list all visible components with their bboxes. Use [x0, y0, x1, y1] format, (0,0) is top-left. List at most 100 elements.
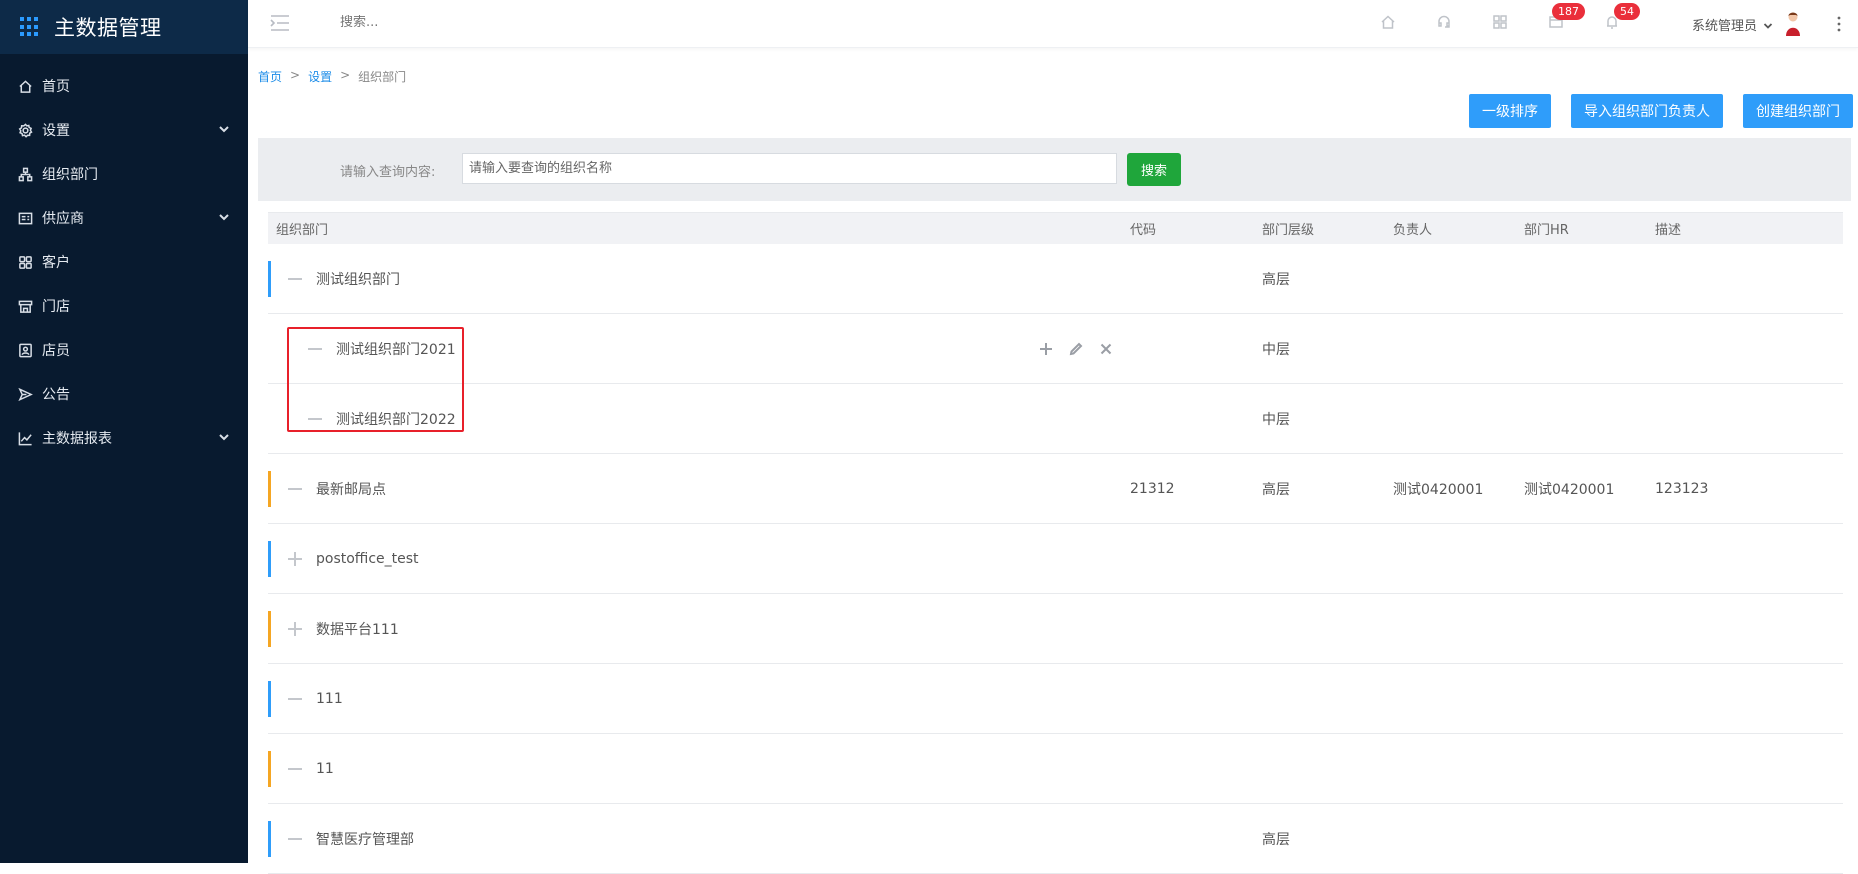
header-code: 代码	[1130, 223, 1157, 238]
sidebar-item-label: 组织部门	[42, 167, 98, 183]
expand-icon[interactable]	[288, 621, 302, 636]
collapse-icon[interactable]	[288, 832, 302, 846]
user-menu[interactable]: 系统管理员	[1692, 15, 1773, 34]
import-owner-button[interactable]: 导入组织部门负责人	[1571, 94, 1723, 128]
customer-icon	[16, 253, 34, 271]
sidebar-item-label: 客户	[42, 255, 70, 271]
sidebar-item-label: 门店	[42, 299, 70, 315]
home-icon	[16, 77, 34, 95]
table-row[interactable]: 智慧医疗管理部 高层	[268, 804, 1843, 874]
sidebar-item-settings[interactable]: 设置	[0, 108, 248, 152]
department-name: 最新邮局点	[316, 481, 386, 498]
collapse-icon[interactable]	[288, 272, 302, 286]
top-header: 187 54 系统管理员	[248, 0, 1858, 48]
table-header: 组织部门 代码 部门层级 负责人 部门HR 描述	[268, 212, 1843, 244]
sidebar-item-label: 店员	[42, 343, 70, 359]
collapse-icon[interactable]	[308, 342, 322, 356]
brand-title: 主数据管理	[54, 16, 162, 40]
sidebar-item-org[interactable]: 组织部门	[0, 152, 248, 196]
row-indicator-bar	[268, 681, 271, 717]
sidebar: 主数据管理 首页 设置 组织部门 供应商 客户 门店 店员 公告 主数据报表	[0, 0, 248, 863]
sort-button[interactable]: 一级排序	[1469, 94, 1551, 128]
department-name: 111	[316, 690, 343, 707]
menu-collapse-icon[interactable]	[270, 14, 290, 32]
table-row[interactable]: postoffice_test	[268, 524, 1843, 594]
table-row[interactable]: 测试组织部门2021 中层	[268, 314, 1843, 384]
department-name: postoffice_test	[316, 550, 419, 567]
sidebar-item-label: 供应商	[42, 211, 84, 227]
table-row[interactable]: 数据平台111	[268, 594, 1843, 664]
chevron-down-icon	[1763, 20, 1773, 30]
cell-desc: 123123	[1655, 480, 1709, 497]
cell-owner: 测试0420001	[1393, 481, 1484, 498]
breadcrumb-separator: >	[340, 68, 351, 82]
row-indicator-bar	[268, 261, 271, 297]
cell-name: 111	[268, 664, 1130, 733]
collapse-icon[interactable]	[288, 692, 302, 706]
edit-icon[interactable]	[1068, 341, 1084, 357]
cell-level: 中层	[1262, 341, 1290, 358]
global-search-input[interactable]	[340, 15, 540, 30]
sidebar-item-label: 设置	[42, 123, 70, 139]
sidebar-item-report[interactable]: 主数据报表	[0, 416, 248, 460]
sidebar-item-announcement[interactable]: 公告	[0, 372, 248, 416]
breadcrumb-current: 组织部门	[358, 70, 407, 84]
sidebar-item-label: 主数据报表	[42, 431, 112, 447]
home-icon[interactable]	[1380, 14, 1398, 32]
collapse-icon[interactable]	[308, 412, 322, 426]
chevron-down-icon	[218, 431, 230, 443]
sidebar-menu: 首页 设置 组织部门 供应商 客户 门店 店员 公告 主数据报表	[0, 54, 248, 460]
chevron-down-icon	[218, 211, 230, 223]
headset-icon[interactable]	[1436, 14, 1454, 32]
table-row[interactable]: 测试组织部门2022 中层	[268, 384, 1843, 454]
sidebar-item-customer[interactable]: 客户	[0, 240, 248, 284]
cell-name: 测试组织部门2021	[268, 314, 1130, 383]
header-hr: 部门HR	[1524, 223, 1569, 238]
apps-grid-icon[interactable]	[20, 17, 40, 37]
create-department-button[interactable]: 创建组织部门	[1743, 94, 1853, 128]
add-icon[interactable]	[1038, 341, 1054, 357]
brand: 主数据管理	[0, 0, 248, 54]
supplier-icon	[16, 209, 34, 227]
gear-icon	[16, 121, 34, 139]
search-button[interactable]: 搜索	[1127, 153, 1181, 186]
sidebar-item-store[interactable]: 门店	[0, 284, 248, 328]
sidebar-item-label: 公告	[42, 387, 70, 403]
org-search-input[interactable]	[462, 153, 1117, 184]
store-icon	[16, 297, 34, 315]
cell-name: 11	[268, 734, 1130, 803]
cell-name: postoffice_test	[268, 524, 1130, 593]
cell-name: 测试组织部门2022	[268, 384, 1130, 453]
sidebar-item-home[interactable]: 首页	[0, 64, 248, 108]
department-name: 测试组织部门2021	[336, 341, 456, 358]
user-name: 系统管理员	[1692, 19, 1758, 34]
row-indicator-bar	[268, 751, 271, 787]
row-indicator-bar	[268, 611, 271, 647]
breadcrumb-home[interactable]: 首页	[258, 68, 282, 85]
department-name: 智慧医疗管理部	[316, 831, 414, 848]
avatar[interactable]	[1783, 10, 1803, 36]
table-row[interactable]: 测试组织部门 高层	[268, 244, 1843, 314]
collapse-icon[interactable]	[288, 482, 302, 496]
sidebar-item-supplier[interactable]: 供应商	[0, 196, 248, 240]
collapse-icon[interactable]	[288, 762, 302, 776]
row-indicator-bar	[268, 541, 271, 577]
table-row[interactable]: 11	[268, 734, 1843, 804]
breadcrumb: 首页 > 设置 > 组织部门	[258, 68, 406, 85]
apps-icon[interactable]	[1492, 14, 1510, 32]
header-name: 组织部门	[276, 223, 329, 238]
breadcrumb-settings[interactable]: 设置	[308, 68, 332, 85]
cell-name: 最新邮局点	[268, 454, 1130, 523]
delete-icon[interactable]	[1098, 341, 1114, 357]
more-vertical-icon[interactable]	[1836, 15, 1842, 33]
notification-count-badge: 54	[1614, 3, 1640, 20]
department-name: 测试组织部门2022	[336, 411, 456, 428]
department-name: 11	[316, 760, 334, 777]
sidebar-item-staff[interactable]: 店员	[0, 328, 248, 372]
table-row[interactable]: 111	[268, 664, 1843, 734]
cell-level: 中层	[1262, 411, 1290, 428]
chart-icon	[16, 429, 34, 447]
expand-icon[interactable]	[288, 551, 302, 566]
table-row[interactable]: 最新邮局点 21312 高层 测试0420001 测试0420001 123123	[268, 454, 1843, 524]
chevron-down-icon	[218, 123, 230, 135]
